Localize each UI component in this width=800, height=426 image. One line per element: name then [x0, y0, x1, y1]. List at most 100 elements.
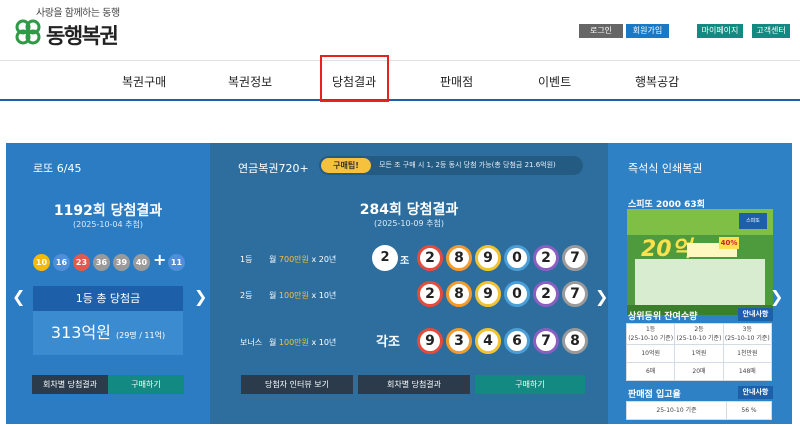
pension-round: 284회 당첨결과 — [359, 202, 459, 218]
lotto-ball: 36 — [93, 254, 110, 271]
table-row: 10억원 1억원 1천만원 — [625, 344, 773, 363]
chevron-right-icon[interactable]: ❯ — [595, 287, 608, 306]
tip-text: 모든 조 구매 시 1, 2등 동시 당첨 가능(총 당첨금 21.6억원) — [379, 161, 556, 169]
nav-underline — [0, 99, 800, 101]
rank-label: 2등 — [240, 291, 253, 300]
brand-logo[interactable]: 사랑을 함께하는 동행 동행복권 — [14, 4, 154, 48]
lotto-ball: 40 — [133, 254, 150, 271]
lotto-date: (2025-10-04 추첨) — [73, 220, 143, 229]
prize-amount-box: 313억원 (29명 / 11억) — [33, 311, 183, 355]
nav-item-buy[interactable]: 복권구매 — [122, 73, 166, 90]
results-band: 로또 6/45 1192회 당첨결과 (2025-10-04 추첨) 10 16… — [6, 143, 792, 424]
digit-ball: 0 — [504, 281, 530, 307]
table-cell: 56 % — [726, 401, 772, 420]
ticket-badge: 스피또 — [739, 213, 767, 229]
table-cell: 1천만원 — [722, 344, 773, 363]
digit-ball: 2 — [533, 245, 559, 271]
table-cell: 20매 — [674, 362, 724, 381]
table-cell: 1억원 — [674, 344, 724, 363]
digit-ball: 3 — [446, 328, 472, 354]
lotto-ball: 16 — [53, 254, 70, 271]
group-ball: 2 — [372, 245, 398, 271]
nav-item-events[interactable]: 이벤트 — [538, 73, 571, 90]
ticket-percent: 40% — [719, 237, 739, 249]
tip-badge: 구매팁! — [321, 158, 371, 173]
table-cell: 2등 (25-10-10 기준) — [674, 323, 724, 345]
main-nav: 복권구매 복권정보 당첨결과 판매점 이벤트 행복공감 — [0, 61, 800, 100]
bonus-plus: + — [153, 250, 167, 269]
lotto-buy-button[interactable]: 구매하기 — [108, 375, 184, 394]
pension-history-button[interactable]: 회차별 당첨결과 — [358, 375, 470, 394]
lotto-bonus-ball: 11 — [168, 254, 185, 271]
digit-ball: 9 — [475, 245, 501, 271]
digit-ball: 4 — [475, 328, 501, 354]
brand-name: 동행복권 — [46, 24, 119, 48]
nav-item-stores[interactable]: 판매점 — [440, 73, 473, 90]
rank-payout: 월 700만원 x 20년 — [269, 255, 337, 264]
instant-title: 즉석식 인쇄복권 — [628, 162, 703, 175]
chevron-right-icon[interactable]: ❯ — [770, 287, 783, 306]
digit-ball: 8 — [446, 245, 472, 271]
digit-ball: 2 — [533, 281, 559, 307]
purchase-tip: 구매팁! 모든 조 구매 시 1, 2등 동시 당첨 가능(총 당첨금 21.6… — [319, 156, 583, 175]
remain-table: 1등 (25-10-10 기준) 2등 (25-10-10 기준) 3등 (25… — [625, 323, 773, 381]
digit-ball: 2 — [417, 245, 443, 271]
stock-table: 25-10-10 기준 56 % — [626, 401, 772, 420]
stock-title: 판매점 입고율 — [628, 390, 681, 400]
table-cell: 10억원 — [625, 344, 676, 363]
remain-title: 상위등위 잔여수량 — [628, 312, 698, 322]
table-cell: 148매 — [722, 362, 773, 381]
nav-item-info[interactable]: 복권정보 — [228, 73, 272, 90]
pension-buy-button[interactable]: 구매하기 — [475, 375, 585, 394]
group-label: 조 — [400, 256, 410, 267]
chevron-right-icon[interactable]: ❯ — [194, 287, 207, 306]
rank-label: 보너스 — [240, 338, 263, 347]
mypage-button[interactable]: 마이페이지 — [697, 24, 743, 38]
pension-title: 연금복권720+ — [238, 162, 309, 175]
table-row: 25-10-10 기준 56 % — [626, 401, 772, 420]
nav-highlight-box — [320, 55, 389, 102]
join-button[interactable]: 회원가입 — [626, 24, 669, 38]
lotto-title: 로또 6/45 — [33, 162, 82, 175]
table-row: 6매 20매 148매 — [625, 362, 773, 381]
lotto-ball: 10 — [33, 254, 50, 271]
clover-logo-icon — [15, 19, 41, 45]
digit-ball: 2 — [417, 281, 443, 307]
winner-interview-button[interactable]: 당첨자 인터뷰 보기 — [241, 375, 353, 394]
digit-ball: 9 — [417, 328, 443, 354]
rank-payout: 월 100만원 x 10년 — [269, 291, 337, 300]
table-cell: 1등 (25-10-10 기준) — [625, 323, 676, 345]
lotto-ball: 39 — [113, 254, 130, 271]
digit-ball: 8 — [446, 281, 472, 307]
ticket-image[interactable]: 스피또 20억 40% — [627, 209, 773, 315]
brand-tagline: 사랑을 함께하는 동행 — [36, 8, 120, 19]
digit-ball: 7 — [562, 281, 588, 307]
table-cell: 3등 (25-10-10 기준) — [722, 323, 773, 345]
login-button[interactable]: 로그인 — [579, 24, 623, 38]
prize-detail: (29명 / 11억) — [115, 331, 166, 340]
table-row: 1등 (25-10-10 기준) 2등 (25-10-10 기준) 3등 (25… — [625, 323, 773, 345]
digit-ball: 8 — [562, 328, 588, 354]
rank-label: 1등 — [240, 255, 253, 264]
prize-label: 1등 총 당첨금 — [33, 286, 183, 311]
stock-notice-button[interactable]: 안내사항 — [738, 386, 773, 399]
digit-ball: 7 — [533, 328, 559, 354]
digit-ball: 9 — [475, 281, 501, 307]
instant-panel: 즉석식 인쇄복권 스피또 2000 63회 스피또 20억 40% ❯ 상위등위… — [608, 143, 792, 424]
digit-ball: 7 — [562, 245, 588, 271]
lotto-panel: 로또 6/45 1192회 당첨결과 (2025-10-04 추첨) 10 16… — [6, 143, 210, 424]
table-cell: 25-10-10 기준 — [626, 401, 727, 420]
customer-center-button[interactable]: 고객센터 — [752, 24, 790, 38]
digit-ball: 6 — [504, 328, 530, 354]
prize-amount: 313억원 — [50, 323, 111, 342]
nav-item-happy[interactable]: 행복공감 — [635, 73, 679, 90]
pension-panel: 연금복권720+ 구매팁! 모든 조 구매 시 1, 2등 동시 당첨 가능(총… — [210, 143, 608, 424]
lotto-ball: 23 — [73, 254, 90, 271]
remain-notice-button[interactable]: 안내사항 — [738, 308, 773, 321]
rank-payout: 월 100만원 x 10년 — [269, 338, 337, 347]
lotto-round: 1192회 당첨결과 — [53, 203, 163, 219]
table-cell: 6매 — [625, 362, 676, 381]
bonus-group-label: 각조 — [376, 335, 400, 350]
chevron-left-icon[interactable]: ❮ — [12, 287, 25, 306]
lotto-history-button[interactable]: 회차별 당첨결과 — [32, 375, 108, 394]
